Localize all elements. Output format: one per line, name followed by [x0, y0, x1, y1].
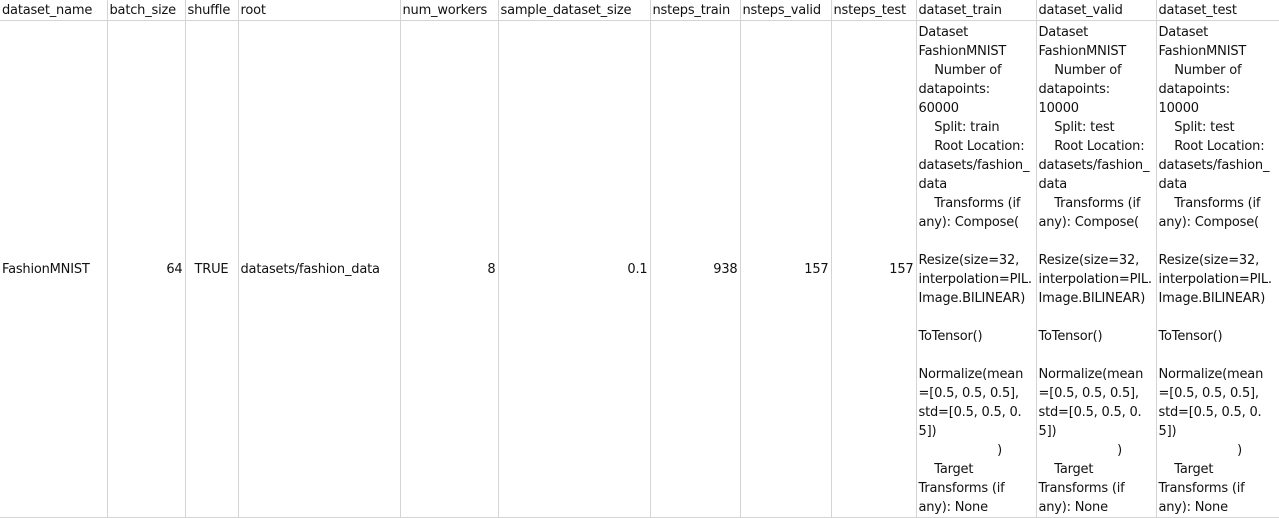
header-cell-dataset-name[interactable]: dataset_name — [0, 0, 108, 21]
header-cell-root[interactable]: root — [238, 0, 401, 21]
table-row: FashionMNIST 64 TRUE datasets/fashion_da… — [0, 20, 1279, 518]
header-cell-dataset-valid[interactable]: dataset_valid — [1036, 0, 1157, 21]
header-cell-nsteps-train[interactable]: nsteps_train — [650, 0, 741, 21]
cell-dataset-train[interactable]: Dataset FashionMNIST Number of datapoint… — [916, 20, 1037, 518]
header-cell-dataset-train[interactable]: dataset_train — [916, 0, 1037, 21]
cell-batch-size[interactable]: 64 — [107, 20, 186, 518]
cell-dataset-valid[interactable]: Dataset FashionMNIST Number of datapoint… — [1036, 20, 1157, 518]
cell-shuffle[interactable]: TRUE — [185, 20, 239, 518]
header-cell-shuffle[interactable]: shuffle — [185, 0, 239, 21]
cell-num-workers[interactable]: 8 — [400, 20, 499, 518]
header-cell-nsteps-test[interactable]: nsteps_test — [831, 0, 917, 21]
header-row: dataset_name batch_size shuffle root num… — [0, 0, 1279, 21]
cell-root[interactable]: datasets/fashion_data — [238, 20, 401, 518]
cell-sample-dataset-size[interactable]: 0.1 — [498, 20, 651, 518]
header-cell-dataset-test[interactable]: dataset_test — [1156, 0, 1279, 21]
cell-dataset-test[interactable]: Dataset FashionMNIST Number of datapoint… — [1156, 20, 1279, 518]
cell-nsteps-valid[interactable]: 157 — [740, 20, 832, 518]
cell-nsteps-train[interactable]: 938 — [650, 20, 741, 518]
header-cell-batch-size[interactable]: batch_size — [107, 0, 186, 21]
header-cell-nsteps-valid[interactable]: nsteps_valid — [740, 0, 832, 21]
cell-dataset-name[interactable]: FashionMNIST — [0, 20, 108, 518]
header-cell-num-workers[interactable]: num_workers — [400, 0, 499, 21]
spreadsheet-grid: dataset_name batch_size shuffle root num… — [0, 0, 1279, 518]
cell-nsteps-test[interactable]: 157 — [831, 20, 917, 518]
header-cell-sample-dataset-size[interactable]: sample_dataset_size — [498, 0, 651, 21]
